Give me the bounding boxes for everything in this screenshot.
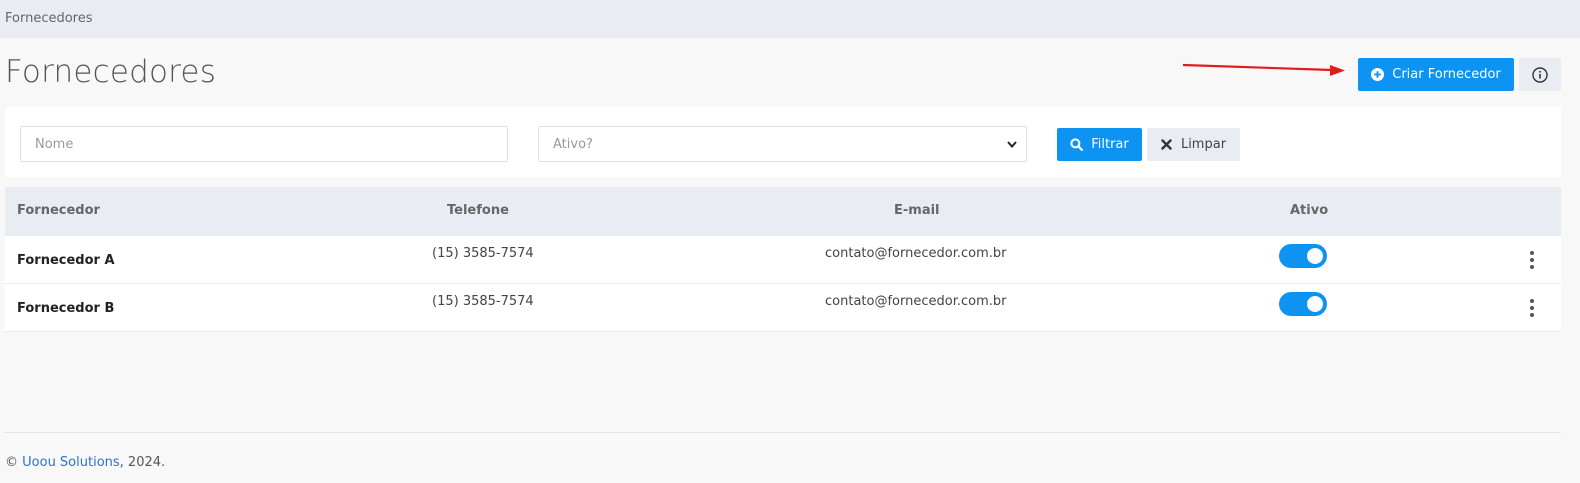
active-filter-select[interactable]: Ativo? — [538, 126, 1027, 162]
column-header-fornecedor[interactable]: Fornecedor — [17, 203, 100, 218]
column-header-ativo[interactable]: Ativo — [1290, 203, 1328, 218]
info-button[interactable] — [1519, 58, 1561, 91]
supplier-email: contato@fornecedor.com.br — [825, 294, 1007, 309]
toggle-knob — [1307, 296, 1323, 312]
footer-year: , 2024. — [119, 455, 166, 470]
create-supplier-button[interactable]: Criar Fornecedor — [1358, 58, 1514, 91]
suppliers-table: Fornecedor Telefone E-mail Ativo Fornece… — [5, 187, 1561, 332]
active-filter-placeholder: Ativo? — [553, 136, 593, 152]
page-title: Fornecedores — [5, 54, 217, 90]
table-row: Fornecedor A (15) 3585-7574 contato@forn… — [5, 236, 1561, 284]
breadcrumb[interactable]: Fornecedores — [5, 11, 93, 26]
name-filter-placeholder: Nome — [35, 136, 74, 152]
info-circle-icon — [1532, 66, 1548, 83]
plus-circle-icon — [1371, 68, 1385, 81]
more-actions-icon[interactable] — [1526, 250, 1538, 270]
column-header-email[interactable]: E-mail — [894, 203, 940, 218]
filter-card: Nome Ativo? Filtrar Limpar — [5, 107, 1561, 177]
chevron-down-icon — [1007, 141, 1017, 149]
company-link[interactable]: Uoou Solutions — [22, 455, 120, 470]
supplier-email: contato@fornecedor.com.br — [825, 246, 1007, 261]
name-filter-input[interactable]: Nome — [20, 126, 508, 162]
supplier-phone: (15) 3585-7574 — [432, 246, 534, 261]
footer: © Uoou Solutions, 2024. — [5, 455, 165, 470]
search-icon — [1070, 138, 1084, 151]
supplier-name: Fornecedor B — [17, 301, 115, 316]
clear-button-label: Limpar — [1180, 137, 1227, 152]
supplier-phone: (15) 3585-7574 — [432, 294, 534, 309]
active-toggle[interactable] — [1279, 292, 1327, 316]
close-icon — [1161, 139, 1172, 150]
clear-button[interactable]: Limpar — [1147, 128, 1240, 161]
annotation-arrow-icon — [1182, 63, 1345, 76]
copyright-symbol: © — [5, 455, 18, 470]
toggle-knob — [1307, 248, 1323, 264]
more-actions-icon[interactable] — [1526, 298, 1538, 318]
filter-button[interactable]: Filtrar — [1057, 128, 1142, 161]
table-header: Fornecedor Telefone E-mail Ativo — [5, 187, 1561, 236]
column-header-telefone[interactable]: Telefone — [447, 203, 509, 218]
active-toggle[interactable] — [1279, 244, 1327, 268]
footer-divider — [5, 432, 1561, 433]
filter-button-label: Filtrar — [1091, 137, 1129, 152]
supplier-name: Fornecedor A — [17, 253, 115, 268]
table-row: Fornecedor B (15) 3585-7574 contato@forn… — [5, 284, 1561, 332]
top-bar: Fornecedores — [0, 0, 1580, 38]
create-supplier-label: Criar Fornecedor — [1392, 67, 1501, 82]
